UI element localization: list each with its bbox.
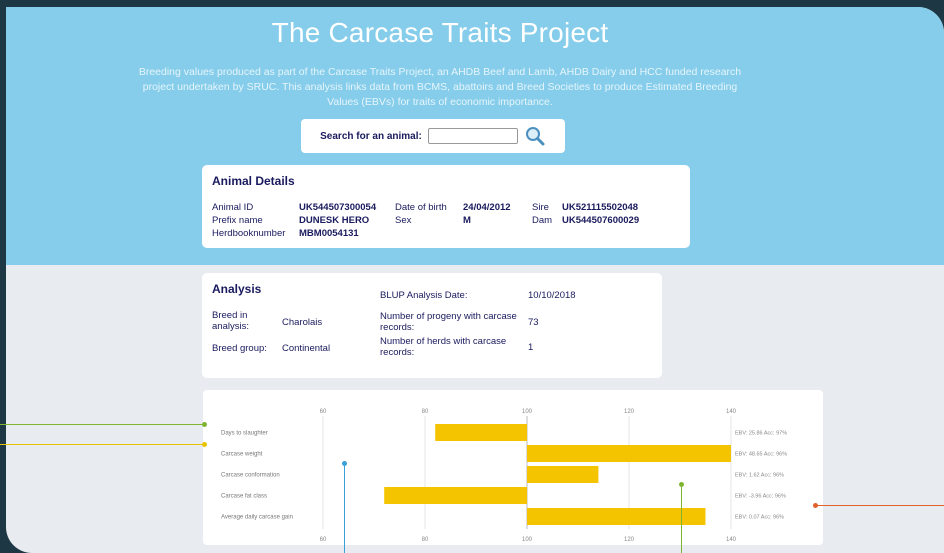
animal-details-card: Animal Details Animal ID UK544507300054 … bbox=[202, 165, 690, 248]
callout-dot-green bbox=[202, 422, 207, 427]
chart-category-label: Average daily carcase gain bbox=[221, 515, 293, 521]
chart-x-tick-label-top: 100 bbox=[522, 409, 533, 415]
ebv-chart-svg: 60 60 80 80 100 100 120 120 140 140 Days to slaugh… bbox=[221, 409, 787, 543]
progeny-label: Number of progeny with carcase records: bbox=[380, 311, 517, 333]
chart-category-label: Carcase weight bbox=[221, 452, 263, 458]
analysis-title: Analysis bbox=[212, 282, 262, 296]
callout-line-green bbox=[0, 424, 204, 425]
prefix-label: Prefix name bbox=[212, 215, 263, 226]
blup-date-label: BLUP Analysis Date: bbox=[380, 290, 468, 301]
callout-dot-orange bbox=[813, 503, 818, 508]
chart-category-label: Carcase fat class bbox=[221, 494, 267, 500]
sire-value[interactable]: UK521115502048 bbox=[562, 202, 638, 213]
chart-x-tick-label-bottom: 80 bbox=[422, 537, 429, 543]
callout-line-blue bbox=[344, 463, 345, 553]
breed-value: Charolais bbox=[282, 317, 323, 328]
chart-data-label: EBV: 25.86 Acc: 97% bbox=[735, 431, 787, 437]
dob-value: 24/04/2012 bbox=[463, 202, 511, 213]
chart-category-label: Carcase conformation bbox=[221, 473, 280, 479]
page-title: The Carcase Traits Project bbox=[271, 17, 609, 48]
chart-bar bbox=[527, 445, 731, 462]
sire-label: Sire bbox=[532, 202, 549, 213]
chart-data-label: EBV: 1.62 Acc: 96% bbox=[735, 473, 784, 479]
search-label: Search for an animal: bbox=[320, 130, 422, 142]
analysis-card: Analysis Breed in analysis: Charolais Br… bbox=[202, 273, 662, 378]
callout-line-yellow bbox=[0, 444, 204, 445]
chart-data-label: EBV: -3.96 Acc: 96% bbox=[735, 494, 786, 500]
animal-details-title: Animal Details bbox=[212, 174, 295, 188]
animal-id-value: UK544507300054 bbox=[299, 202, 377, 213]
herdbook-value: MBM0054131 bbox=[299, 228, 359, 239]
chart-x-tick-label-top: 60 bbox=[320, 409, 327, 415]
dam-label: Dam bbox=[532, 215, 553, 226]
callout-line-orange bbox=[815, 505, 944, 506]
ebv-chart: 60 60 80 80 100 100 120 120 140 140 Days to slaugh… bbox=[203, 390, 823, 545]
page-description: Breeding values produced as part of the … bbox=[138, 66, 742, 108]
chart-bar bbox=[435, 424, 527, 441]
magnifier-icon[interactable] bbox=[524, 125, 546, 147]
chart-bar bbox=[384, 487, 527, 504]
chart-x-tick-label-bottom: 120 bbox=[624, 537, 635, 543]
callout-dot-green-2 bbox=[679, 482, 684, 487]
chart-data-label: EBV: 48.65 Acc: 96% bbox=[735, 452, 787, 458]
search-input[interactable] bbox=[427, 128, 518, 144]
herds-value: 1 bbox=[528, 342, 534, 353]
callout-line-green-2 bbox=[681, 484, 682, 553]
prefix-value: DUNESK HERO bbox=[299, 215, 370, 226]
herdbook-label: Herdbooknumber bbox=[212, 228, 286, 239]
callout-dot-blue bbox=[342, 461, 347, 466]
chart-x-tick-label-top: 80 bbox=[422, 409, 429, 415]
search-panel: Search for an animal: bbox=[301, 119, 565, 153]
chart-x-tick-label-top: 140 bbox=[726, 409, 737, 415]
chart-x-tick-label-top: 120 bbox=[624, 409, 635, 415]
sex-value: M bbox=[463, 215, 471, 226]
chart-bar bbox=[527, 466, 599, 483]
callout-dot-yellow bbox=[202, 442, 207, 447]
chart-x-tick-label-bottom: 100 bbox=[522, 537, 533, 543]
breed-group-label: Breed group: bbox=[212, 343, 267, 354]
chart-x-tick-label-bottom: 60 bbox=[320, 537, 327, 543]
breed-group-value: Continental bbox=[282, 343, 331, 354]
herds-label: Number of herds with carcase records: bbox=[380, 336, 507, 358]
page-frame: The Carcase Traits Project Breeding valu… bbox=[6, 7, 944, 553]
chart-x-tick-label-bottom: 140 bbox=[726, 537, 737, 543]
dob-label: Date of birth bbox=[395, 202, 447, 213]
dam-value[interactable]: UK544507600029 bbox=[562, 215, 639, 226]
animal-id-label: Animal ID bbox=[212, 202, 254, 213]
progeny-value: 73 bbox=[528, 317, 539, 328]
breed-label: Breed in analysis: bbox=[212, 310, 249, 332]
chart-category-label: Days to slaughter bbox=[221, 431, 268, 437]
chart-bar bbox=[527, 508, 706, 525]
blup-date-value: 10/10/2018 bbox=[528, 290, 576, 301]
chart-data-label: EBV: 0.07 Acc: 96% bbox=[735, 515, 784, 521]
sex-label: Sex bbox=[395, 215, 412, 226]
